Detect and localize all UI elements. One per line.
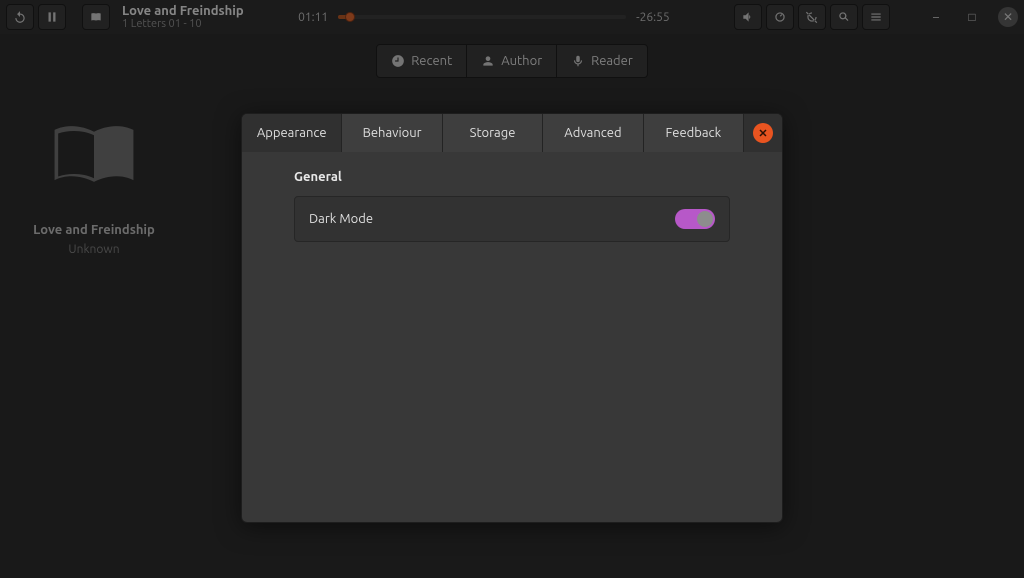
row-dark-mode: Dark Mode — [294, 196, 730, 242]
tab-feedback[interactable]: Feedback — [644, 114, 744, 152]
tab-advanced[interactable]: Advanced — [543, 114, 643, 152]
section-general: General — [242, 152, 782, 192]
close-icon — [753, 123, 773, 143]
tab-behaviour[interactable]: Behaviour — [342, 114, 442, 152]
tab-storage[interactable]: Storage — [443, 114, 543, 152]
dark-mode-label: Dark Mode — [309, 212, 675, 226]
dark-mode-toggle[interactable] — [675, 209, 715, 229]
preferences-dialog: Appearance Behaviour Storage Advanced Fe… — [241, 113, 783, 523]
toggle-knob — [697, 211, 713, 227]
prefs-tabs: Appearance Behaviour Storage Advanced Fe… — [242, 114, 782, 152]
prefs-close-button[interactable] — [744, 114, 782, 152]
tab-appearance[interactable]: Appearance — [242, 114, 342, 152]
